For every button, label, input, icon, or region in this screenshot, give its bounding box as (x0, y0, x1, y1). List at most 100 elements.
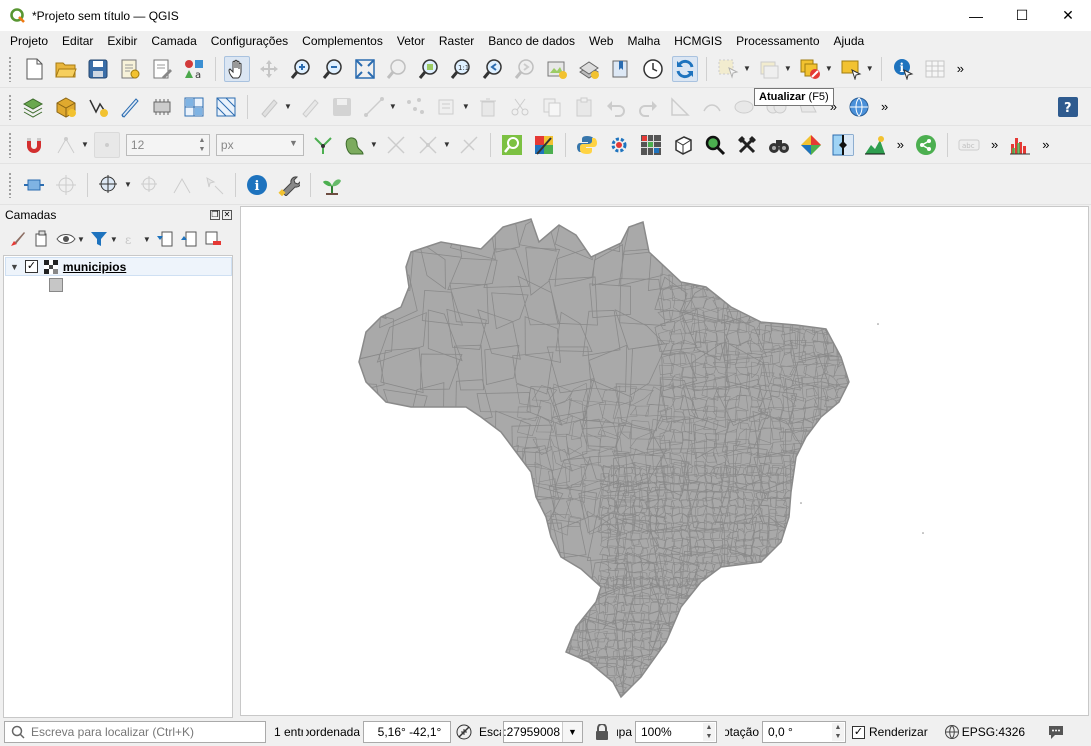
toolbar-overflow-button[interactable]: » (957, 61, 964, 76)
new-temporary-scratch-layer-button[interactable] (117, 94, 143, 120)
chevron-down-icon[interactable]: ▼ (562, 722, 582, 742)
menu-web[interactable]: Web (582, 34, 620, 48)
toolbar-grip[interactable] (8, 171, 12, 198)
maximize-button[interactable]: ☐ (999, 0, 1045, 31)
toolbar-grip[interactable] (8, 131, 12, 158)
toolbar-overflow-button[interactable]: » (991, 137, 998, 152)
profile-tool-button[interactable] (862, 132, 888, 158)
add-raster-layer-button[interactable] (181, 94, 207, 120)
snapping-units-combo[interactable]: px ▼ (215, 133, 304, 156)
pan-map-button[interactable] (224, 55, 250, 82)
float-panel-button[interactable]: ❐ (210, 210, 220, 220)
select-by-location-button[interactable] (838, 56, 864, 82)
current-edits-dropdown[interactable]: ▼ (284, 102, 292, 111)
map-themes-dropdown[interactable]: ▼ (77, 235, 85, 244)
select-location-dropdown[interactable]: ▼ (866, 64, 874, 73)
layer-row[interactable]: ▼ ✓ municipios (5, 257, 232, 276)
minimize-button[interactable]: — (953, 0, 999, 31)
add-wms-layer-button[interactable] (846, 94, 872, 120)
self-snapping-button[interactable] (456, 132, 482, 158)
menu-complementos[interactable]: Complementos (295, 34, 390, 48)
vertex-tool-button[interactable] (402, 94, 428, 120)
cut-features-button[interactable] (507, 94, 533, 120)
remove-layer-button[interactable] (202, 228, 224, 250)
topological-editing-button[interactable] (310, 132, 336, 158)
georeferencer-dropdown[interactable]: ▼ (124, 180, 132, 189)
tools-plugin-button[interactable] (734, 132, 760, 158)
toolbar-grip[interactable] (8, 93, 12, 120)
digitize-dropdown[interactable]: ▼ (389, 102, 397, 111)
move-label-button[interactable] (21, 172, 47, 198)
quick-search-button[interactable] (702, 132, 728, 158)
data-source-manager-button[interactable] (21, 94, 47, 120)
processing-toolbox-button[interactable] (606, 132, 632, 158)
zoom-native-resolution-button[interactable]: 1:1 (448, 56, 474, 82)
new-shapefile-layer-button[interactable] (85, 94, 111, 120)
deselect-dropdown[interactable]: ▼ (825, 64, 833, 73)
menu-camada[interactable]: Camada (144, 34, 203, 48)
deselect-all-button[interactable] (797, 56, 823, 82)
menu-projeto[interactable]: Projeto (3, 34, 55, 48)
semi-automatic-button[interactable] (798, 132, 824, 158)
snapping-type-dropdown[interactable]: ▼ (81, 140, 89, 149)
new-3d-map-view-button[interactable] (576, 56, 602, 82)
redo-button[interactable] (635, 94, 661, 120)
spin-arrows[interactable]: ▲ ▼ (832, 723, 844, 741)
delete-selected-button[interactable] (475, 94, 501, 120)
toggle-editing-button[interactable] (297, 94, 323, 120)
zoom-last-button[interactable] (480, 56, 506, 82)
label-toolbar-button[interactable]: abc (956, 132, 982, 158)
new-virtual-layer-button[interactable] (149, 94, 175, 120)
manage-map-themes-button[interactable] (55, 228, 77, 250)
add-vertex-button[interactable] (169, 172, 195, 198)
toolbar-overflow-button[interactable]: » (1042, 137, 1049, 152)
locator-search-button[interactable] (499, 132, 525, 158)
menu-banco-de-dados[interactable]: Banco de dados (481, 34, 582, 48)
menu-configuracoes[interactable]: Configurações (204, 34, 295, 48)
new-geopackage-layer-button[interactable] (53, 94, 79, 120)
crs-button[interactable]: EPSG:4326 (962, 725, 1025, 739)
filter-legend-button[interactable] (88, 228, 110, 250)
options-button[interactable] (276, 172, 302, 198)
style-manager-button[interactable]: a (181, 56, 207, 82)
georeferencer-button[interactable] (96, 172, 122, 198)
paste-features-button[interactable] (571, 94, 597, 120)
close-panel-button[interactable]: ✕ (222, 210, 232, 220)
avoid-overlap-button[interactable] (342, 132, 368, 158)
toolbar-overflow-button[interactable]: » (881, 99, 888, 114)
menu-vetor[interactable]: Vetor (390, 34, 432, 48)
zoom-in-button[interactable] (288, 56, 314, 82)
map-rendering[interactable] (241, 207, 1089, 716)
undo-button[interactable] (603, 94, 629, 120)
extents-toggle-icon[interactable] (455, 723, 473, 741)
expression-dropdown[interactable]: ▼ (143, 235, 151, 244)
save-project-button[interactable] (85, 56, 111, 82)
select-vertex-button[interactable] (201, 172, 227, 198)
layer-visibility-checkbox[interactable]: ✓ (24, 260, 38, 273)
open-project-button[interactable] (53, 56, 79, 82)
spin-arrows[interactable]: ▲ ▼ (196, 136, 208, 154)
snapping-intersection-button[interactable] (383, 132, 409, 158)
street-view-button[interactable] (766, 132, 792, 158)
rotate-label-button[interactable] (53, 172, 79, 198)
open-attribute-table-button[interactable] (922, 56, 948, 82)
layout-manager-button[interactable] (149, 56, 175, 82)
help-button[interactable]: ? (1055, 94, 1081, 120)
temporal-controller-button[interactable] (640, 56, 666, 82)
crs-globe-icon[interactable] (944, 724, 960, 740)
modify-attributes-button[interactable] (434, 94, 460, 120)
menu-ajuda[interactable]: Ajuda (827, 34, 872, 48)
rotation-spinbox[interactable]: 0,0 ° ▲ ▼ (762, 721, 846, 743)
zoom-to-selection-button[interactable] (384, 56, 410, 82)
shape-tools-button[interactable] (670, 132, 696, 158)
qgis2web-button[interactable] (638, 132, 664, 158)
layer-name[interactable]: municipios (63, 260, 126, 274)
python-console-button[interactable] (574, 132, 600, 158)
enable-snapping-button[interactable] (21, 132, 47, 158)
add-mesh-layer-button[interactable] (213, 94, 239, 120)
cad-digitizing-button[interactable] (667, 94, 693, 120)
select-by-expression-button[interactable] (756, 56, 782, 82)
filter-by-expression-button[interactable]: ε (121, 228, 143, 250)
snapping-mode-button[interactable] (93, 131, 120, 158)
spin-arrows[interactable]: ▲ ▼ (703, 723, 715, 741)
